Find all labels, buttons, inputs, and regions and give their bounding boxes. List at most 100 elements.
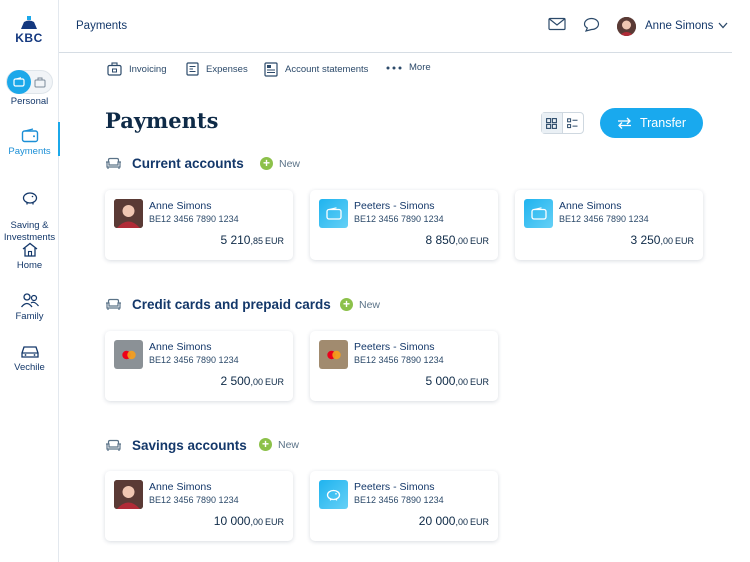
sidebar-item-payments[interactable]: Payments xyxy=(0,122,60,157)
new-label: New xyxy=(279,157,301,170)
account-card[interactable]: Anne Simons BE12 3456 7890 1234 3 250,00… xyxy=(515,190,703,260)
sidebar-item-vehicle[interactable]: Vechile xyxy=(0,344,59,373)
transfer-label: Transfer xyxy=(639,116,687,130)
sidebar-item-label: Family xyxy=(15,311,44,322)
sidebar-item-saving-investments[interactable]: Saving & Investments xyxy=(0,178,59,244)
card-iban: BE12 3456 7890 1234 xyxy=(149,355,239,365)
transfer-button[interactable]: Transfer xyxy=(600,108,703,138)
mastercard-icon xyxy=(114,340,143,369)
account-balance: 3 250,00 EUR xyxy=(630,233,694,247)
section-savings-accounts-header: Savings accounts xyxy=(105,438,247,453)
account-balance: 10 000,00 EUR xyxy=(213,514,284,528)
tab-account-statements[interactable]: Account statements xyxy=(264,62,368,77)
account-iban: BE12 3456 7890 1234 xyxy=(149,214,239,224)
tab-label: More xyxy=(409,62,431,73)
user-name[interactable]: Anne Simons xyxy=(645,20,713,32)
user-avatar-image xyxy=(617,17,636,36)
header-divider xyxy=(59,52,732,53)
profile-label: Personal xyxy=(10,96,49,107)
personal-wallet-icon xyxy=(13,77,25,87)
grid-view-button[interactable] xyxy=(542,113,563,133)
account-owner: Anne Simons xyxy=(149,200,212,212)
active-indicator xyxy=(58,122,60,156)
chevron-down-icon[interactable] xyxy=(718,22,728,29)
kbc-logo-text: KBC xyxy=(15,31,43,45)
sidebar-item-home[interactable]: Home xyxy=(0,242,59,271)
grid-icon xyxy=(546,117,558,129)
sidebar-item-label: Payments xyxy=(8,146,51,157)
list-view-button[interactable] xyxy=(563,113,583,133)
new-label: New xyxy=(359,298,381,311)
sidebar-item-label: Home xyxy=(16,260,43,271)
sidebar-item-label: Vechile xyxy=(14,362,45,373)
card-iban: BE12 3456 7890 1234 xyxy=(354,355,444,365)
card-balance: 2 500,00 EUR xyxy=(220,374,284,388)
account-iban: BE12 3456 7890 1234 xyxy=(354,495,444,505)
account-balance: 20 000,00 EUR xyxy=(418,514,489,528)
more-dots-icon xyxy=(386,66,402,69)
account-owner: Anne Simons xyxy=(559,200,622,212)
new-current-account-button[interactable]: + New xyxy=(260,157,300,170)
wallet-thumb-icon xyxy=(319,199,348,228)
tab-expenses[interactable]: Expenses xyxy=(186,62,248,76)
mail-icon[interactable] xyxy=(548,17,566,31)
sidebar-item-family[interactable]: Family xyxy=(0,292,59,322)
card-balance: 5 000,00 EUR xyxy=(425,374,489,388)
account-card[interactable]: Peeters - Simons BE12 3456 7890 1234 20 … xyxy=(310,471,498,541)
account-card[interactable]: Peeters - Simons BE12 3456 7890 1234 8 8… xyxy=(310,190,498,260)
section-credit-cards-header: Credit cards and prepaid cards xyxy=(105,297,331,312)
kbc-logo-mark-icon xyxy=(21,16,37,29)
new-savings-account-button[interactable]: + New xyxy=(259,438,299,451)
section-current-accounts-header: Current accounts xyxy=(105,156,244,171)
kbc-logo[interactable]: KBC xyxy=(14,16,44,45)
card-tile[interactable]: Anne Simons BE12 3456 7890 1234 2 500,00… xyxy=(105,331,293,401)
business-profile-toggle[interactable] xyxy=(29,71,51,93)
personal-profile-toggle[interactable] xyxy=(7,70,31,94)
piggy-bank-icon xyxy=(22,192,37,205)
page-title: Payments xyxy=(105,108,219,133)
card-tile[interactable]: Peeters - Simons BE12 3456 7890 1234 5 0… xyxy=(310,331,498,401)
piggy-bank-thumb-icon xyxy=(319,480,348,509)
sofa-icon xyxy=(106,157,121,169)
receipt-icon xyxy=(186,62,199,76)
car-icon xyxy=(20,346,39,358)
account-balance: 8 850,00 EUR xyxy=(425,233,489,247)
family-icon xyxy=(20,293,39,308)
account-owner: Anne Simons xyxy=(149,481,212,493)
account-owner: Peeters - Simons xyxy=(354,200,435,212)
mastercard-icon xyxy=(319,340,348,369)
statement-icon xyxy=(264,62,278,77)
account-card[interactable]: Anne Simons BE12 3456 7890 1234 5 210,85… xyxy=(105,190,293,260)
account-owner-photo xyxy=(114,199,143,228)
tab-label: Invoicing xyxy=(129,63,167,75)
account-card[interactable]: Anne Simons BE12 3456 7890 1234 10 000,0… xyxy=(105,471,293,541)
new-credit-card-button[interactable]: + New xyxy=(340,298,380,311)
card-owner: Anne Simons xyxy=(149,341,212,353)
profile-switch[interactable] xyxy=(6,70,53,94)
tab-invoicing[interactable]: Invoicing xyxy=(107,62,167,76)
user-avatar[interactable] xyxy=(617,17,636,36)
wallet-icon xyxy=(21,128,38,143)
sidebar: KBC Personal Payments Saving & Investmen… xyxy=(0,0,60,562)
business-icon xyxy=(34,77,46,87)
section-title: Credit cards and prepaid cards xyxy=(132,297,331,312)
tab-label: Account statements xyxy=(285,64,369,75)
plus-icon: + xyxy=(259,438,272,451)
account-owner-photo xyxy=(114,480,143,509)
home-icon xyxy=(22,242,37,257)
section-title: Current accounts xyxy=(132,156,244,171)
chat-icon[interactable] xyxy=(583,17,600,32)
account-iban: BE12 3456 7890 1234 xyxy=(559,214,649,224)
plus-icon: + xyxy=(340,298,353,311)
new-label: New xyxy=(278,438,300,451)
list-icon xyxy=(567,117,578,128)
section-title: Savings accounts xyxy=(132,438,247,453)
briefcase-icon xyxy=(107,62,122,76)
account-owner: Peeters - Simons xyxy=(354,481,435,493)
account-iban: BE12 3456 7890 1234 xyxy=(149,495,239,505)
sofa-icon xyxy=(106,298,121,310)
tab-more[interactable]: More xyxy=(386,62,431,73)
tab-label: Expenses xyxy=(206,63,248,75)
account-balance: 5 210,85 EUR xyxy=(220,233,284,247)
plus-icon: + xyxy=(260,157,273,170)
